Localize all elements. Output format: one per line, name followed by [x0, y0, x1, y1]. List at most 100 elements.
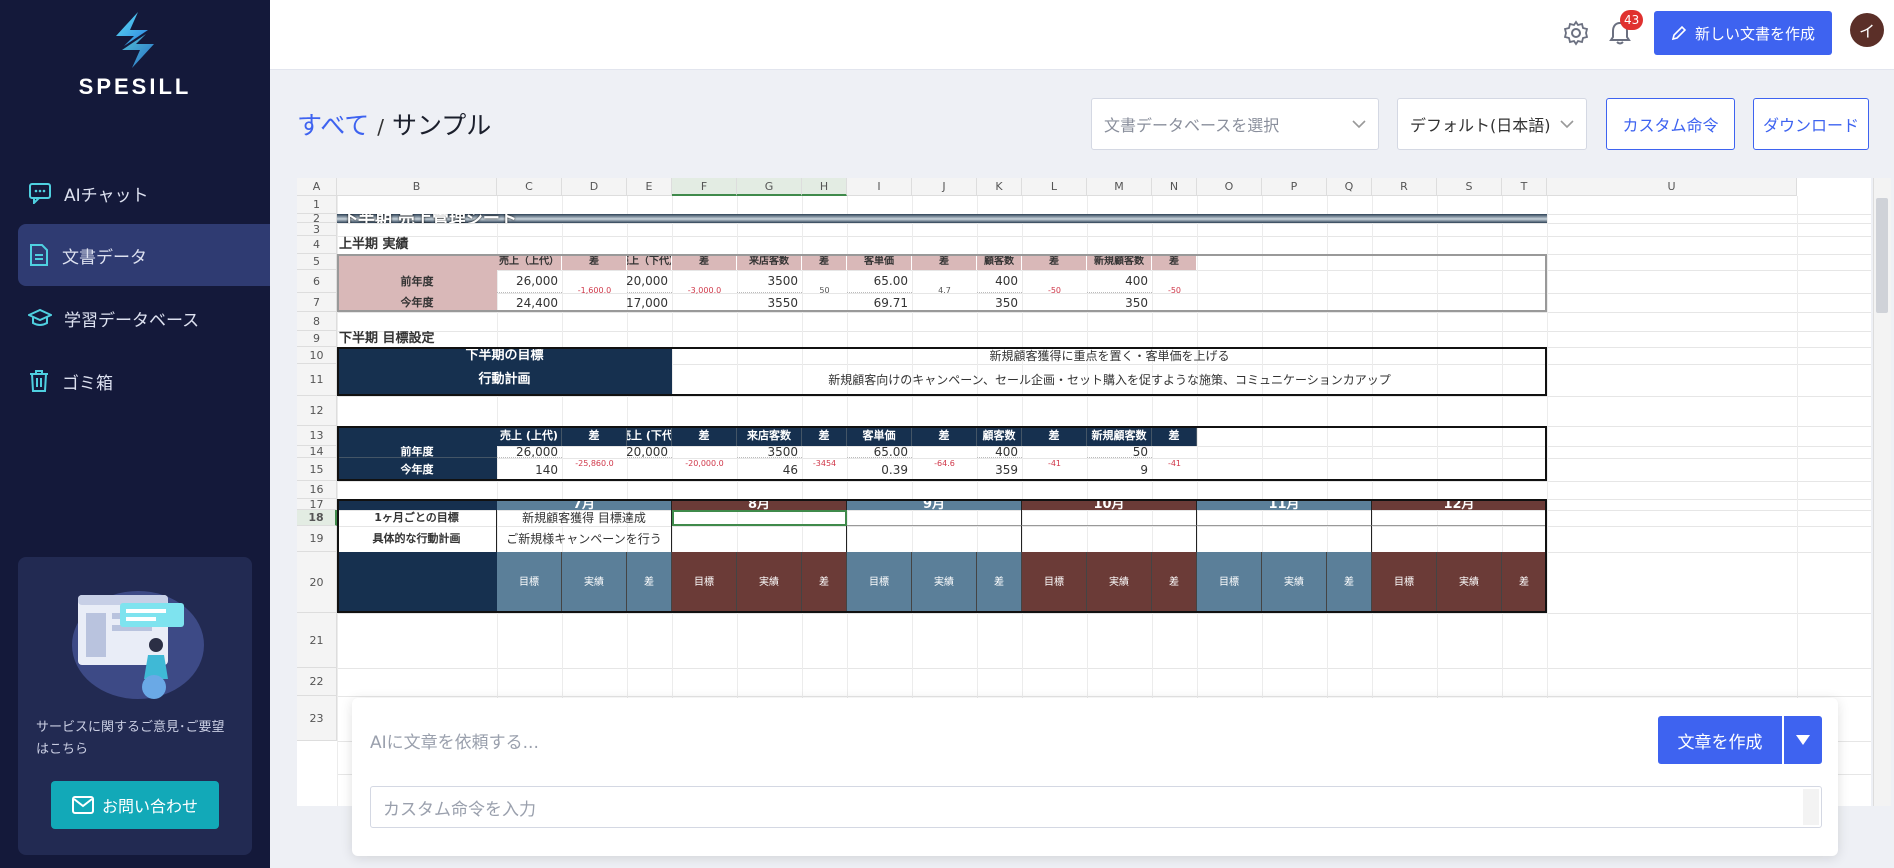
column-header[interactable]: B — [337, 178, 497, 196]
row-header[interactable]: 8 — [297, 312, 337, 331]
table1-value[interactable]: 17,000 — [627, 293, 672, 312]
table1-diff[interactable]: -3,000.0 — [672, 270, 737, 312]
custom-command-button[interactable]: カスタム命令 — [1606, 98, 1735, 150]
table1-header[interactable]: 売上（下代） — [627, 254, 672, 270]
sidebar-item-ai-chat[interactable]: AIチャット — [18, 162, 270, 224]
column-header[interactable]: N — [1152, 178, 1197, 196]
month-header[interactable]: 8月 — [672, 499, 847, 510]
scrollbar-thumb[interactable] — [1876, 198, 1888, 313]
sheet-vertical-scrollbar[interactable] — [1873, 178, 1891, 806]
row-header[interactable]: 11 — [297, 364, 337, 396]
month-header[interactable]: 11月 — [1197, 499, 1372, 510]
table1-header[interactable]: 差 — [912, 254, 977, 270]
row-header[interactable]: 22 — [297, 668, 337, 696]
monthly-goal-cell[interactable] — [1197, 510, 1372, 526]
table2-corner[interactable] — [337, 426, 497, 446]
gear-icon[interactable] — [1563, 20, 1589, 46]
table1-value[interactable]: 20,000 — [627, 270, 672, 293]
table2-value[interactable]: 140 — [497, 458, 562, 481]
row-header[interactable]: 12 — [297, 396, 337, 426]
monthly-goal-cell[interactable] — [1372, 510, 1547, 526]
table2-value[interactable]: 20,000 — [627, 446, 672, 458]
ai-prompt-input[interactable]: AIに文章を依頼する... — [370, 728, 539, 753]
subheader-corner[interactable] — [337, 552, 497, 613]
avatar[interactable]: イ — [1850, 13, 1884, 47]
table2-header[interactable]: 客単価 — [847, 426, 912, 446]
month-header[interactable]: 10月 — [1022, 499, 1197, 510]
monthly-corner[interactable] — [337, 499, 497, 510]
table2-header[interactable]: 新規顧客数 — [1087, 426, 1152, 446]
row-header[interactable]: 23 — [297, 696, 337, 741]
document-db-select[interactable]: 文書データベースを選択 — [1091, 98, 1379, 150]
monthly-plan-7[interactable]: ご新規様キャンペーンを行う — [497, 526, 672, 552]
monthly-subheader[interactable]: 実績 — [912, 552, 977, 613]
monthly-plan-cell[interactable] — [1372, 526, 1547, 552]
sheet-title[interactable]: 下半期 売上管理シート — [337, 214, 1547, 223]
column-header[interactable]: C — [497, 178, 562, 196]
row-header[interactable]: 4 — [297, 236, 337, 254]
table1-value[interactable]: 350 — [977, 293, 1022, 312]
row-header[interactable]: 20 — [297, 552, 337, 613]
table2-value[interactable]: 65.00 — [847, 446, 912, 458]
column-header[interactable]: A — [297, 178, 337, 196]
table2-value[interactable]: 400 — [977, 446, 1022, 458]
table2-header[interactable]: 来店客数 — [737, 426, 802, 446]
table1-header[interactable]: 差 — [802, 254, 847, 270]
row-header[interactable]: 7 — [297, 293, 337, 312]
table1-row-label[interactable]: 前年度 — [337, 270, 497, 293]
table2-diff[interactable]: -41 — [1022, 446, 1087, 481]
row-header[interactable]: 17 — [297, 498, 337, 511]
monthly-subheader[interactable]: 差 — [627, 552, 672, 613]
table2-header[interactable]: 売上 (上代) — [497, 426, 562, 446]
table2-value[interactable]: 0.39 — [847, 458, 912, 481]
monthly-goal-label[interactable]: 1ヶ月ごとの目標 — [337, 510, 497, 526]
table1-value[interactable]: 400 — [1087, 270, 1152, 293]
table2-value[interactable] — [627, 458, 672, 481]
table1-value[interactable]: 69.71 — [847, 293, 912, 312]
table2-header[interactable]: 差 — [562, 426, 627, 446]
table2-row-label[interactable]: 今年度 — [337, 458, 497, 481]
table1-diff[interactable]: 50 — [802, 270, 847, 312]
table1-value[interactable]: 26,000 — [497, 270, 562, 293]
plan-label[interactable]: 行動計画 — [337, 364, 672, 396]
table2-value[interactable]: 3500 — [737, 446, 802, 458]
monthly-goal-cell[interactable] — [847, 510, 1022, 526]
monthly-subheader[interactable]: 差 — [802, 552, 847, 613]
column-header[interactable]: Q — [1327, 178, 1372, 196]
table2-value[interactable]: 359 — [977, 458, 1022, 481]
column-header[interactable]: M — [1087, 178, 1152, 196]
column-header[interactable]: G — [737, 178, 802, 196]
monthly-subheader[interactable]: 実績 — [737, 552, 802, 613]
table1-corner[interactable] — [337, 254, 497, 270]
row-header[interactable]: 13 — [297, 426, 337, 446]
monthly-goal-cell[interactable] — [1022, 510, 1197, 526]
monthly-subheader[interactable]: 差 — [1502, 552, 1547, 613]
column-header[interactable]: U — [1547, 178, 1797, 196]
monthly-plan-cell[interactable] — [1022, 526, 1197, 552]
table1-header[interactable]: 差 — [672, 254, 737, 270]
monthly-plan-cell[interactable] — [672, 526, 847, 552]
monthly-subheader[interactable]: 目標 — [672, 552, 737, 613]
table1-value[interactable]: 400 — [977, 270, 1022, 293]
monthly-subheader[interactable]: 差 — [1327, 552, 1372, 613]
custom-command-input[interactable]: カスタム命令を入力 — [370, 786, 1822, 828]
table1-value[interactable]: 350 — [1087, 293, 1152, 312]
row-header[interactable]: 21 — [297, 613, 337, 668]
generate-dropdown-button[interactable] — [1784, 716, 1822, 764]
column-header[interactable]: E — [627, 178, 672, 196]
table2-header[interactable]: 差 — [672, 426, 737, 446]
monthly-subheader[interactable]: 差 — [1152, 552, 1197, 613]
row-header[interactable]: 18 — [297, 510, 337, 526]
table1-header[interactable]: 差 — [1022, 254, 1087, 270]
table2-row-label[interactable]: 前年度 — [337, 446, 497, 458]
monthly-subheader[interactable]: 実績 — [562, 552, 627, 613]
selected-cell[interactable] — [672, 510, 847, 526]
column-header[interactable]: O — [1197, 178, 1262, 196]
column-header[interactable]: R — [1372, 178, 1437, 196]
column-header[interactable]: L — [1022, 178, 1087, 196]
table1-diff[interactable]: -50 — [1022, 270, 1087, 312]
monthly-subheader[interactable]: 目標 — [1197, 552, 1262, 613]
plan-text[interactable]: 新規顧客向けのキャンペーン、セール企画・セット購入を促すような施策、コミュニケー… — [672, 364, 1547, 396]
table1-diff[interactable]: 4.7 — [912, 270, 977, 312]
table1-header[interactable]: 顧客数 — [977, 254, 1022, 270]
